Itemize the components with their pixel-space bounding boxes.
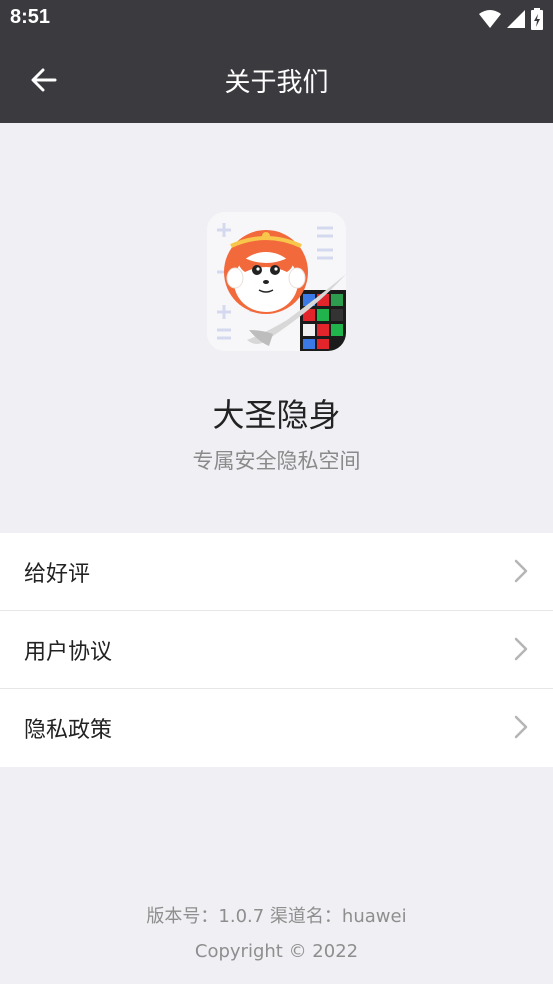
chevron-right-icon — [514, 715, 528, 739]
page-title: 关于我们 — [224, 68, 329, 98]
app-logo — [207, 212, 346, 351]
app-info-section: 大圣隐身 专属安全隐私空间 — [0, 123, 553, 533]
wifi-icon — [479, 10, 501, 28]
version-info: 版本号：1.0.7 渠道名：huawei — [146, 906, 407, 927]
settings-menu: 给好评 用户协议 隐私政策 — [0, 533, 553, 767]
chevron-right-icon — [514, 559, 528, 583]
menu-item-label: 隐私政策 — [24, 718, 113, 743]
status-icons — [479, 8, 543, 30]
menu-item-privacy-policy[interactable]: 隐私政策 — [0, 689, 553, 767]
app-toolbar: 关于我们 — [0, 38, 553, 123]
copyright-text: Copyright © 2022 — [194, 941, 359, 962]
menu-item-label: 用户协议 — [24, 639, 113, 665]
signal-icon — [507, 10, 525, 28]
chevron-right-icon — [514, 637, 528, 661]
menu-item-user-agreement[interactable]: 用户协议 — [0, 611, 553, 689]
app-name: 大圣隐身 — [212, 396, 341, 434]
menu-item-rate[interactable]: 给好评 — [0, 533, 553, 611]
app-slogan: 专属安全隐私空间 — [192, 449, 361, 473]
status-time: 8:51 — [10, 6, 51, 28]
footer: 版本号：1.0.7 渠道名：huawei Copyright © 2022 — [0, 904, 553, 974]
menu-item-label: 给好评 — [24, 561, 91, 587]
status-bar: 8:51 — [0, 0, 553, 38]
battery-icon — [531, 8, 543, 30]
